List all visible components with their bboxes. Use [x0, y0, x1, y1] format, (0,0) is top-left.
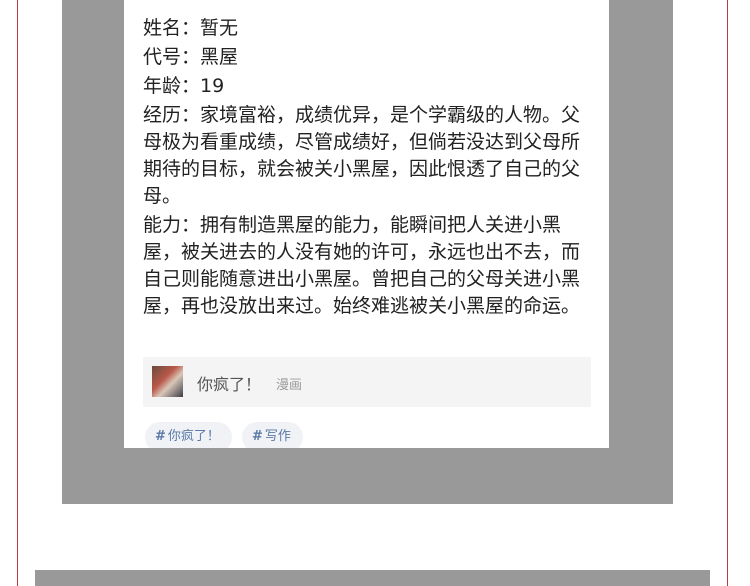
code-value: 黑屋	[200, 46, 239, 68]
source-type-label: 漫画	[276, 378, 303, 393]
character-profile: 姓名：暂无 代号：黑屋 年龄：19 经历：家境富裕，成绩优异，是个学霸级的人物。…	[143, 15, 593, 322]
tag-chip-nifengle[interactable]: # 你疯了！	[145, 422, 232, 448]
hash-icon: #	[252, 429, 263, 444]
ability-value: 拥有制造黑屋的能力，能瞬间把人关进小黑屋，被关进去的人没有她的许可，永远也出不去…	[143, 214, 581, 317]
next-image-frame	[35, 570, 710, 586]
ability-line: 能力：拥有制造黑屋的能力，能瞬间把人关进小黑屋，被关进去的人没有她的许可，永远也…	[143, 214, 581, 317]
code-line: 代号：黑屋	[143, 46, 239, 68]
comic-cover-thumbnail-icon	[152, 366, 183, 397]
name-value: 暂无	[200, 17, 239, 39]
tag-label: 写作	[264, 429, 291, 444]
age-line: 年龄：19	[143, 75, 225, 97]
hash-icon: #	[155, 429, 166, 444]
age-value: 19	[200, 75, 225, 97]
source-title: 你疯了！	[197, 375, 262, 394]
right-border-line	[727, 0, 728, 586]
tag-label: 你疯了！	[167, 429, 220, 444]
content-card: 姓名：暂无 代号：黑屋 年龄：19 经历：家境富裕，成绩优异，是个学霸级的人物。…	[124, 0, 609, 448]
source-work-card[interactable]: 你疯了！ 漫画	[143, 357, 591, 407]
tag-chip-xiezuo[interactable]: # 写作	[242, 422, 303, 448]
history-value: 家境富裕，成绩优异，是个学霸级的人物。父母极为看重成绩，尽管成绩好，但倘若没达到…	[143, 104, 581, 207]
history-line: 经历：家境富裕，成绩优异，是个学霸级的人物。父母极为看重成绩，尽管成绩好，但倘若…	[143, 104, 581, 207]
name-line: 姓名：暂无	[143, 17, 239, 39]
left-border-line	[17, 0, 18, 586]
